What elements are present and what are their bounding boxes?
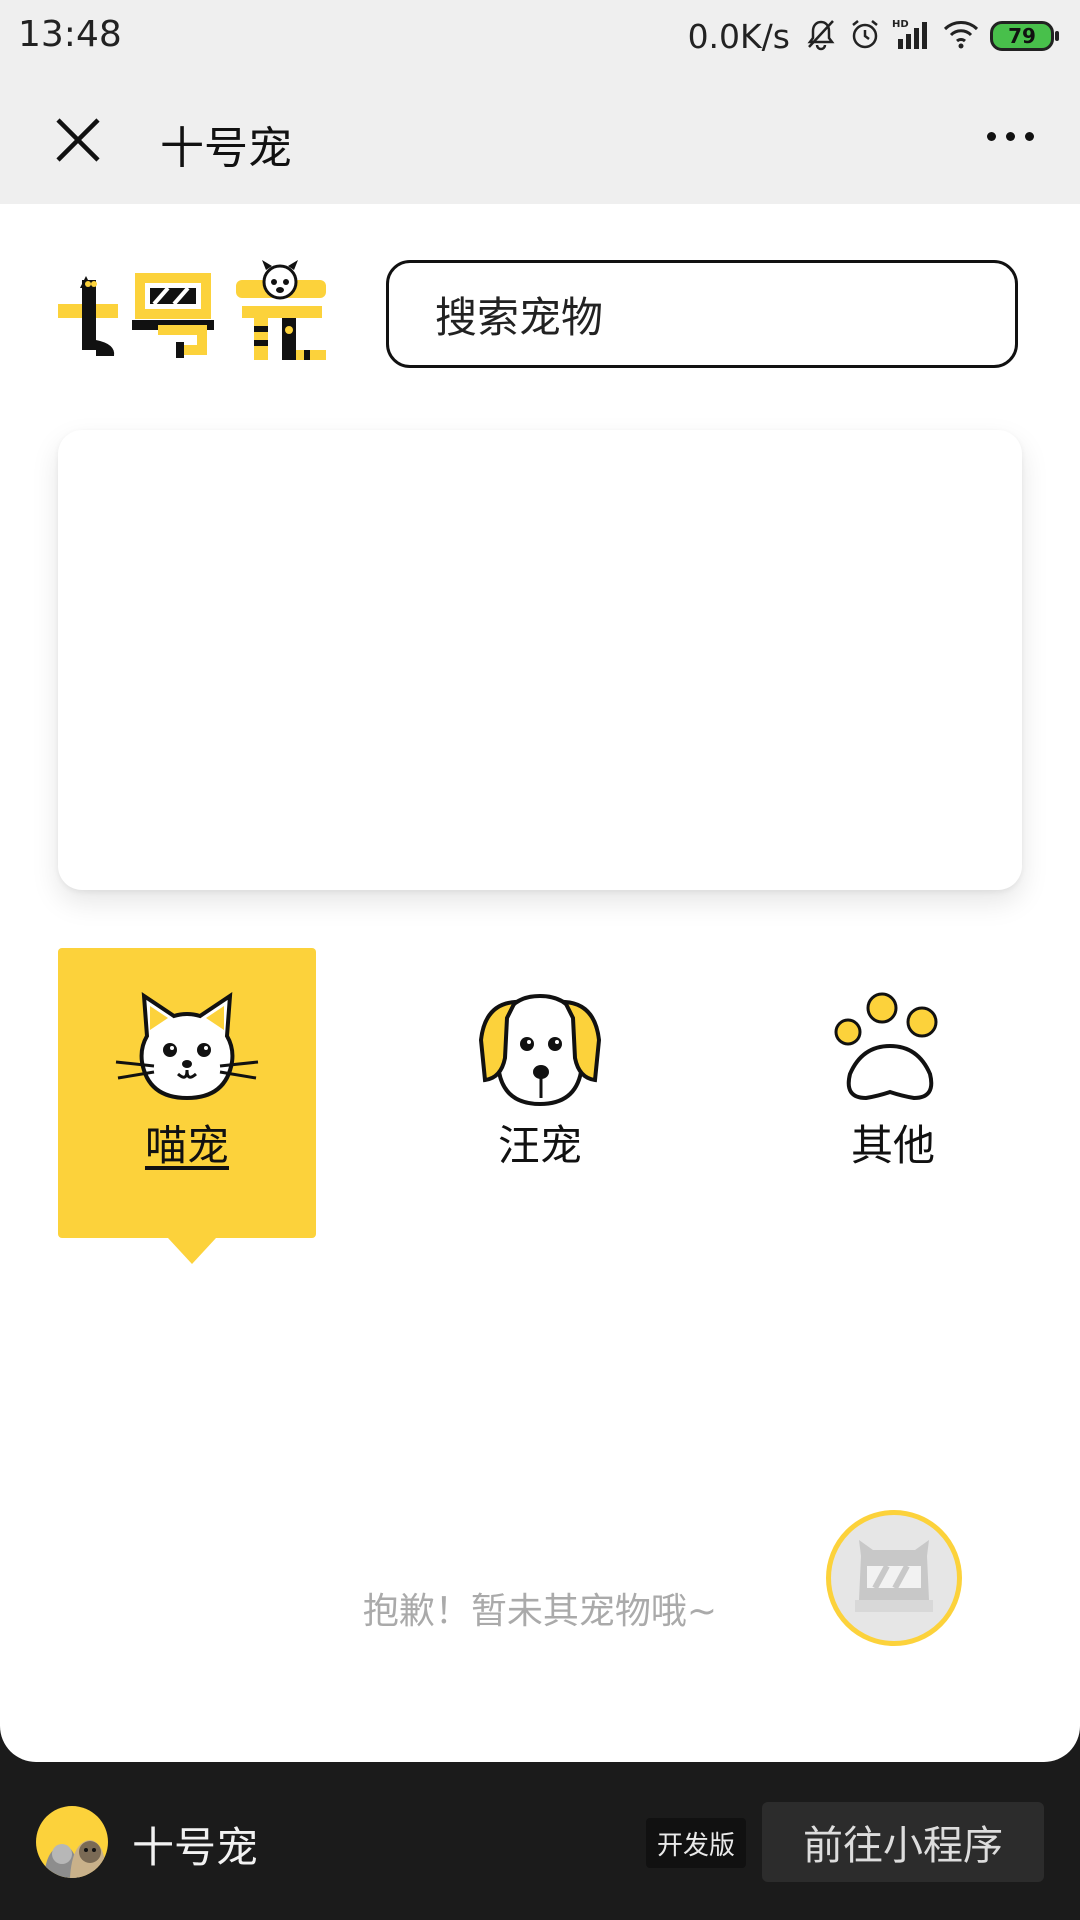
bottom-bar: 十号宠 开发版 前往小程序 xyxy=(0,1762,1080,1920)
cell-signal-icon: HD xyxy=(892,17,932,55)
tab-dog[interactable]: 汪宠 xyxy=(411,948,669,1238)
search-input[interactable]: 搜索宠物 xyxy=(386,260,1018,368)
floating-action-button[interactable] xyxy=(826,1510,962,1646)
page-title: 十号宠 xyxy=(160,123,292,174)
tab-dog-label: 汪宠 xyxy=(497,1121,582,1170)
wifi-icon xyxy=(942,17,980,55)
dog-icon xyxy=(465,988,615,1108)
close-icon[interactable] xyxy=(50,112,106,168)
search-placeholder: 搜索宠物 xyxy=(435,292,604,342)
cat-icon xyxy=(112,988,262,1108)
tab-other[interactable]: 其他 xyxy=(764,948,1022,1238)
paw-icon xyxy=(818,988,968,1108)
tab-cat-label: 喵宠 xyxy=(144,1121,229,1170)
svg-text:HD: HD xyxy=(892,19,909,30)
title-bar: 十号宠 xyxy=(0,72,1080,204)
app-name: 十号宠 xyxy=(132,1823,259,1872)
avatar xyxy=(36,1806,108,1878)
open-miniprogram-button[interactable]: 前往小程序 xyxy=(762,1802,1044,1882)
banner-carousel[interactable] xyxy=(58,430,1022,890)
status-bar: 13:48 0.0K/s HD 79 xyxy=(0,0,1080,72)
tab-other-label: 其他 xyxy=(850,1121,935,1170)
mute-bell-icon xyxy=(804,17,838,55)
dev-version-badge: 开发版 xyxy=(646,1818,746,1868)
tab-cat[interactable]: 喵宠 xyxy=(58,948,316,1264)
net-speed: 0.0K/s xyxy=(687,16,790,56)
more-dots-icon[interactable] xyxy=(987,132,1034,141)
battery-level: 79 xyxy=(1008,24,1036,48)
logo-badge-icon xyxy=(855,1540,933,1612)
status-icons: 0.0K/s HD 79 xyxy=(687,12,1059,60)
app-logo xyxy=(58,260,330,364)
alarm-icon xyxy=(848,17,882,55)
main-content: 搜索宠物 喵宠 汪宠 其他 抱歉！暂未其宠物哦~ xyxy=(0,204,1080,1762)
battery-icon: 79 xyxy=(990,21,1059,51)
status-time: 13:48 xyxy=(18,14,122,55)
active-indicator xyxy=(168,1238,216,1264)
